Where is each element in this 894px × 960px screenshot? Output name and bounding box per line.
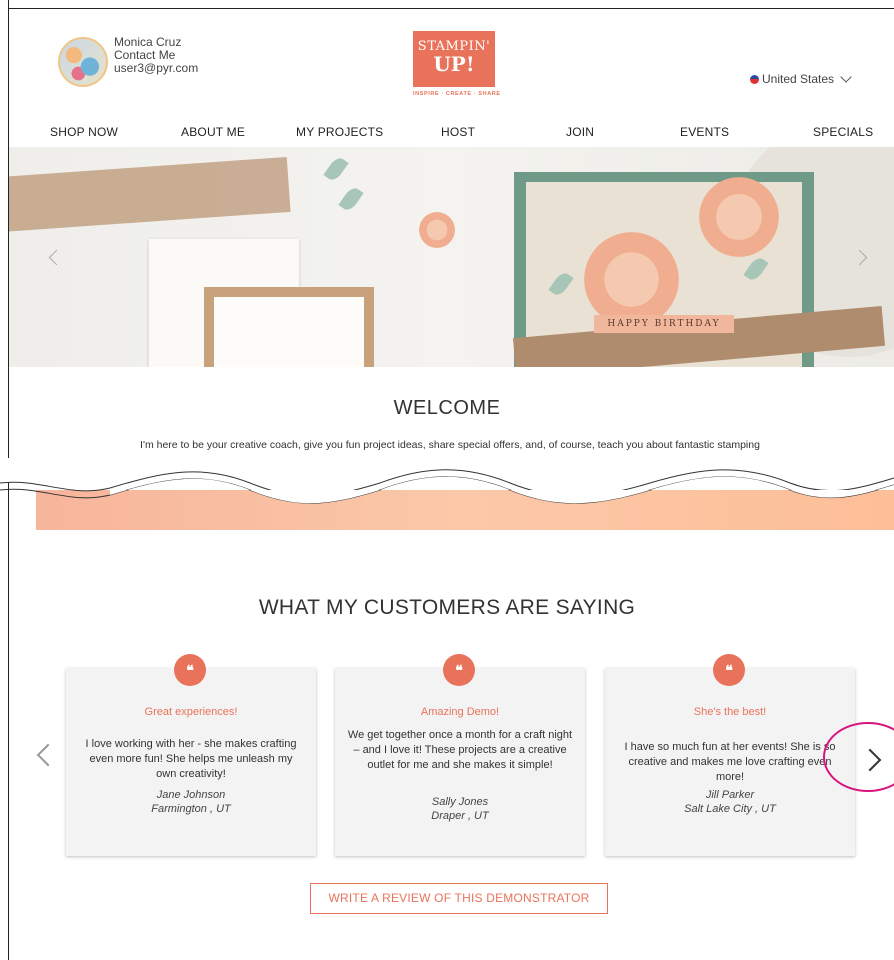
testimonial-body: I love working with her - she makes craf… — [85, 738, 297, 780]
welcome-title: WELCOME — [393, 397, 501, 419]
avatar[interactable] — [58, 37, 108, 87]
logo-tagline: INSPIRE · CREATE · SHARE — [413, 91, 501, 97]
write-review-button[interactable]: WRITE A REVIEW OF THIS DEMONSTRATOR — [310, 883, 608, 914]
chevron-down-icon — [840, 70, 852, 83]
quote-icon: ❝ — [443, 654, 475, 686]
nav-about-me[interactable]: ABOUT ME — [181, 125, 245, 139]
hero-card-decor — [214, 297, 364, 367]
testimonial-card: ❝ Amazing Demo! We get together once a m… — [335, 654, 585, 856]
hero-prev-arrow-icon[interactable] — [48, 249, 65, 266]
flower-decor — [584, 232, 679, 327]
site-header: Monica Cruz Contact Me user3@pyr.com STA… — [0, 0, 894, 120]
testimonial-author: Jane Johnson — [156, 789, 226, 801]
happy-birthday-banner: HAPPY BIRTHDAY — [594, 315, 734, 333]
nav-shop-now[interactable]: SHOP NOW — [50, 125, 118, 139]
testimonial-heading: She's the best! — [693, 706, 767, 718]
testimonial-card: ❝ She's the best! I have so much fun at … — [605, 654, 855, 856]
hero-tape-decor — [9, 156, 291, 233]
demonstrator-profile[interactable]: Monica Cruz Contact Me user3@pyr.com — [58, 36, 198, 87]
testimonial-body: I have so much fun at her events! She is… — [624, 741, 836, 783]
main-nav: SHOP NOW ABOUT ME MY PROJECTS HOST JOIN … — [0, 120, 894, 146]
stampin-up-logo[interactable]: STAMPIN' UP! — [413, 31, 495, 87]
nav-specials[interactable]: SPECIALS — [813, 125, 873, 139]
testimonial-location: Salt Lake City , UT — [684, 803, 776, 815]
nav-join[interactable]: JOIN — [566, 125, 594, 139]
logo-line-2: UP! — [433, 52, 475, 76]
testimonial-author: Sally Jones — [431, 796, 489, 808]
nav-host[interactable]: HOST — [441, 125, 475, 139]
testimonial-body: We get together once a month for a craft… — [347, 729, 573, 771]
profile-email[interactable]: user3@pyr.com — [114, 62, 198, 75]
nav-my-projects[interactable]: MY PROJECTS — [296, 125, 383, 139]
testimonial-heading: Amazing Demo! — [420, 706, 500, 718]
flower-decor — [699, 177, 779, 257]
profile-info: Monica Cruz Contact Me user3@pyr.com — [114, 36, 198, 75]
quote-icon: ❝ — [713, 654, 745, 686]
nav-events[interactable]: EVENTS — [680, 125, 729, 139]
testimonials-title: WHAT MY CUSTOMERS ARE SAYING — [258, 596, 636, 619]
us-flag-icon — [750, 74, 759, 84]
leaf-decor — [323, 155, 349, 183]
quote-icon: ❝ — [174, 654, 206, 686]
hero-carousel[interactable]: HAPPY BIRTHDAY — [9, 147, 894, 367]
testimonial-location: Farmington , UT — [151, 803, 231, 815]
testimonial-prev-arrow-icon[interactable] — [36, 743, 60, 767]
testimonial-location: Draper , UT — [431, 810, 489, 822]
country-label: United States — [762, 72, 835, 86]
testimonial-heading: Great experiences! — [144, 706, 238, 718]
testimonial-author: Jill Parker — [705, 789, 755, 801]
flower-decor — [419, 212, 455, 248]
country-selector[interactable]: United States — [750, 70, 852, 86]
leaf-decor — [338, 185, 364, 213]
torn-paper-divider — [0, 458, 894, 504]
testimonial-card: ❝ Great experiences! I love working with… — [66, 654, 316, 856]
